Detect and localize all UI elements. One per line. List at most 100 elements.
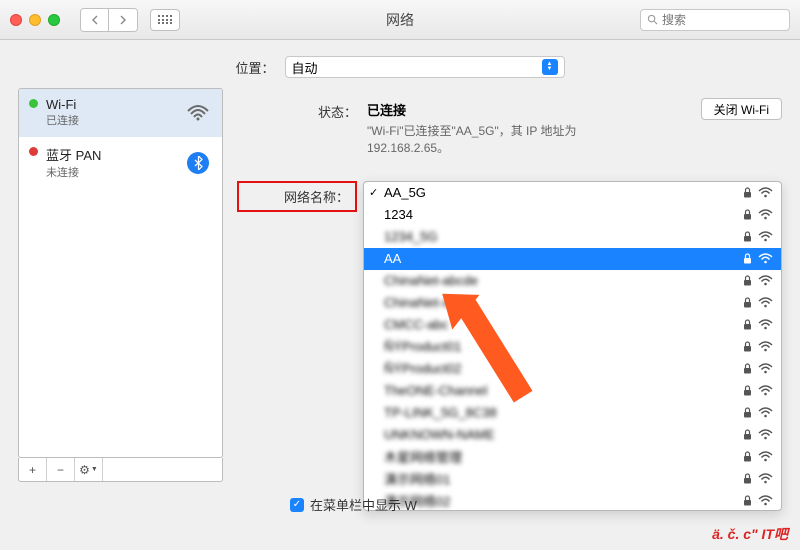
location-row: 位置： 自动 ▲▼ [0, 40, 800, 88]
network-name: TheONE-Channel [384, 383, 743, 398]
interface-list-footer: + − ⚙▼ [18, 458, 223, 482]
interface-item-bluetooth[interactable]: 蓝牙 PAN 未连接 [19, 137, 222, 189]
network-name: 1234_5G [384, 229, 743, 244]
location-value: 自动 [292, 58, 318, 77]
network-option[interactable]: 木星网络管理 [364, 446, 781, 468]
location-select[interactable]: 自动 ▲▼ [285, 56, 565, 78]
show-in-menubar-row: ✓ 在菜单栏中显示 W [290, 495, 417, 514]
search-field[interactable] [640, 9, 790, 31]
nav-back-forward [80, 8, 138, 32]
wifi-signal-icon [758, 341, 773, 352]
network-option[interactable]: 演示网络02 [364, 490, 781, 511]
network-option[interactable]: UNKNOWN-NAME [364, 424, 781, 446]
lock-icon [743, 451, 752, 462]
wifi-signal-icon [758, 187, 773, 198]
network-name: UNKNOWN-NAME [384, 427, 743, 442]
wifi-signal-icon [758, 451, 773, 462]
lock-icon [743, 341, 752, 352]
wifi-signal-icon [758, 363, 773, 374]
network-dropdown[interactable]: ✓ AA_5G 1234 1234_5G AA ChinaNet-abcde ChinaNe… [363, 181, 782, 511]
lock-icon [743, 407, 752, 418]
lock-icon [743, 187, 752, 198]
window-controls [10, 14, 60, 26]
lock-icon [743, 429, 752, 440]
network-option[interactable]: ÑÝProduct02 [364, 358, 781, 380]
network-option[interactable]: CMCC-abc [364, 314, 781, 336]
interface-list: Wi-Fi 已连接 蓝牙 PAN 未连接 [18, 88, 223, 458]
lock-icon [743, 253, 752, 264]
lock-icon [743, 495, 752, 506]
details-panel: 状态： 已连接 "Wi-Fi"已连接至"AA_5G"，其 IP 地址为 192.… [237, 88, 782, 511]
network-option[interactable]: 演示网络01 [364, 468, 781, 490]
lock-icon [743, 473, 752, 484]
network-option[interactable]: TP-LINK_5G_8C38 [364, 402, 781, 424]
menubar-label: 在菜单栏中显示 W [310, 495, 417, 514]
grid-icon [158, 15, 172, 24]
network-name: 木星网络管理 [384, 447, 743, 466]
zoom-button[interactable] [48, 14, 60, 26]
network-option[interactable]: 1234 [364, 204, 781, 226]
network-name-label: 网络名称： [237, 181, 357, 212]
network-name: ÑÝProduct01 [384, 339, 743, 354]
gear-icon: ⚙ [79, 463, 90, 477]
lock-icon [743, 297, 752, 308]
network-name: 演示网络02 [384, 491, 743, 510]
network-name: 演示网络01 [384, 469, 743, 488]
lock-icon [743, 231, 752, 242]
show-all-button[interactable] [150, 9, 180, 31]
action-menu-button[interactable]: ⚙▼ [75, 458, 103, 481]
interface-name: Wi-Fi [46, 97, 176, 112]
search-icon [647, 14, 658, 25]
status-description: "Wi-Fi"已连接至"AA_5G"，其 IP 地址为 192.168.2.65… [367, 123, 627, 157]
status-label: 状态： [237, 100, 357, 157]
wifi-signal-icon [758, 429, 773, 440]
wifi-signal-icon [758, 253, 773, 264]
forward-button[interactable] [109, 9, 137, 31]
wifi-icon [184, 102, 212, 124]
menubar-checkbox[interactable]: ✓ [290, 498, 304, 512]
wifi-signal-icon [758, 495, 773, 506]
window-title: 网络 [386, 10, 414, 30]
lock-icon [743, 363, 752, 374]
network-option[interactable]: ÑÝProduct01 [364, 336, 781, 358]
interface-item-wifi[interactable]: Wi-Fi 已连接 [19, 89, 222, 137]
turn-off-wifi-button[interactable]: 关闭 Wi-Fi [701, 98, 782, 120]
network-option[interactable]: AA [364, 248, 781, 270]
status-dot-connected [29, 99, 38, 108]
close-button[interactable] [10, 14, 22, 26]
lock-icon [743, 209, 752, 220]
network-option[interactable]: ChinaNet-abcde [364, 270, 781, 292]
network-name: AA_5G [384, 185, 743, 200]
network-name: TP-LINK_5G_8C38 [384, 405, 743, 420]
back-button[interactable] [81, 9, 109, 31]
interface-status: 未连接 [46, 164, 176, 180]
status-dot-disconnected [29, 147, 38, 156]
wifi-signal-icon [758, 407, 773, 418]
add-interface-button[interactable]: + [19, 458, 47, 481]
network-option[interactable]: ChinaNet-xTzz [364, 292, 781, 314]
checkmark-icon: ✓ [369, 186, 378, 199]
network-name: CMCC-abc [384, 317, 743, 332]
interface-status: 已连接 [46, 112, 176, 128]
network-name: ChinaNet-abcde [384, 273, 743, 288]
search-input[interactable] [662, 13, 800, 27]
wifi-signal-icon [758, 319, 773, 330]
select-arrows-icon: ▲▼ [542, 59, 558, 75]
minimize-button[interactable] [29, 14, 41, 26]
wifi-signal-icon [758, 275, 773, 286]
network-option[interactable]: 1234_5G [364, 226, 781, 248]
network-name: ChinaNet-xTzz [384, 295, 743, 310]
wifi-signal-icon [758, 473, 773, 484]
network-option[interactable]: ✓ AA_5G [364, 182, 781, 204]
bluetooth-icon [184, 152, 212, 174]
network-name: 1234 [384, 207, 743, 222]
location-label: 位置： [235, 58, 274, 77]
interface-name: 蓝牙 PAN [46, 145, 176, 164]
remove-interface-button[interactable]: − [47, 458, 75, 481]
lock-icon [743, 275, 752, 286]
network-name: AA [384, 251, 743, 266]
network-name: ÑÝProduct02 [384, 361, 743, 376]
network-option[interactable]: TheONE-Channel [364, 380, 781, 402]
wifi-signal-icon [758, 231, 773, 242]
watermark: ä. č. c" IT吧 [712, 524, 788, 544]
